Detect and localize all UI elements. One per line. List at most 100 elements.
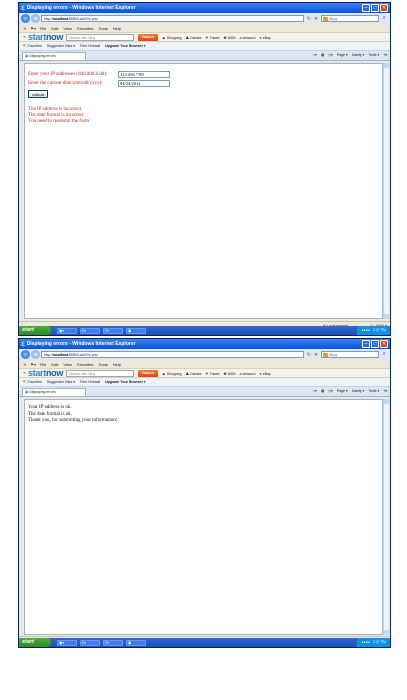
close-button[interactable]: ✕ [380, 4, 388, 12]
taskbar-item[interactable]: ▣ [126, 327, 146, 334]
taskbar-item[interactable]: ℇ▾ [80, 327, 100, 334]
taskbar-item[interactable]: ▣▾ [57, 327, 77, 334]
url-input[interactable]: http://localhost:8080/Lab2/Vo.php [41, 15, 304, 22]
forward-button[interactable]: → [31, 350, 40, 359]
tray-icons[interactable]: ●●●● [361, 638, 369, 647]
system-tray: ●●●● 2:27 PM [356, 326, 390, 335]
menu-help[interactable]: Help [113, 362, 121, 367]
menu-help[interactable]: Help [113, 26, 121, 31]
taskbar-item[interactable]: ℇ▾ [103, 639, 123, 646]
startnow-search-input[interactable]: Search with Bing [66, 33, 135, 41]
close-toolbar-icon[interactable]: ✕ [23, 26, 26, 31]
url-input[interactable]: http://localhost:8080/Lab2/Vo.php [41, 351, 304, 358]
vertical-scrollbar[interactable] [383, 63, 389, 319]
tools-menu[interactable]: Tools ▾ [368, 389, 379, 393]
startnow-search-button[interactable]: Search [138, 369, 158, 377]
stop-icon[interactable]: ✕ [313, 352, 319, 358]
help-icon[interactable]: ?▾ [383, 389, 387, 393]
favorites-button[interactable]: ★Favorites [22, 43, 42, 49]
minimize-button[interactable]: – [362, 4, 370, 12]
star-icon: ★ [22, 379, 27, 385]
startnow-amazon[interactable]: aAmazon [240, 35, 256, 40]
free-hotmail[interactable]: Free Hotmail [80, 380, 100, 384]
resubmit-error: You need to resubmit the form [28, 119, 90, 124]
tab-displaying-errors[interactable]: ▣Displaying errors [22, 52, 86, 60]
startnow-travel[interactable]: ✈Travel [205, 35, 219, 40]
tray-icons[interactable]: ●●●● [361, 326, 369, 335]
upgrade-browser[interactable]: Upgrade Your Browser ▾ [105, 44, 146, 48]
close-toolbar-icon[interactable]: ✕ [23, 362, 26, 367]
search-input[interactable]: Bing [321, 351, 379, 358]
startnow-search-button[interactable]: Search [138, 33, 158, 41]
submit-button[interactable]: submit [28, 90, 49, 98]
page-menu[interactable]: Page ▾ [337, 53, 348, 57]
startnow-games[interactable]: ♟Games [186, 371, 202, 376]
page-menu[interactable]: Page ▾ [337, 389, 348, 393]
maximize-button[interactable]: □ [371, 4, 379, 12]
startnow-search-input[interactable]: Search with Bing [66, 369, 135, 377]
startnow-ebay[interactable]: eeBay [260, 35, 271, 40]
taskbar-item[interactable]: ▣ [126, 639, 146, 646]
tab-displaying-errors[interactable]: ▣Displaying errors [22, 388, 86, 396]
menu-favorites[interactable]: Favorites [77, 26, 93, 31]
close-toolbar-icon[interactable]: ✕ [23, 371, 26, 375]
startnow-travel[interactable]: ✈Travel [205, 371, 219, 376]
vertical-scrollbar[interactable] [383, 399, 389, 635]
start-button[interactable]: start [19, 326, 51, 335]
menu-tools[interactable]: Tools [98, 362, 107, 367]
home-icon[interactable]: ⌂▾ [313, 389, 317, 393]
help-icon[interactable]: ?▾ [383, 53, 387, 57]
startnow-amazon[interactable]: aAmazon [240, 371, 256, 376]
maximize-button[interactable]: □ [371, 340, 379, 348]
back-button[interactable]: ← [21, 350, 30, 359]
menu-view[interactable]: View [63, 362, 72, 367]
start-button[interactable]: start [19, 638, 51, 647]
free-hotmail[interactable]: Free Hotmail [80, 44, 100, 48]
home-icon[interactable]: ⌂▾ [313, 53, 317, 57]
convert-icon[interactable]: ⚑▾ [30, 26, 36, 31]
tools-menu[interactable]: Tools ▾ [368, 53, 379, 57]
refresh-icon[interactable]: ↻ [306, 16, 312, 22]
taskbar-item[interactable]: ℇ▾ [80, 639, 100, 646]
suggested-sites[interactable]: Suggested Sites ▾ [47, 44, 75, 48]
favorites-bar: ★Favorites Suggested Sites ▾ Free Hotmai… [19, 378, 390, 387]
search-icon[interactable]: ⌕ [380, 351, 388, 358]
convert-icon[interactable]: ⚑▾ [30, 362, 36, 367]
menu-tools[interactable]: Tools [98, 26, 107, 31]
startnow-games[interactable]: ♟Games [186, 35, 202, 40]
ip-input[interactable]: 123.456.7.89 [118, 71, 170, 78]
startnow-ebay[interactable]: eeBay [260, 371, 271, 376]
startnow-shopping[interactable]: ▲Shopping [162, 371, 182, 376]
taskbar-item[interactable]: ▣▾ [57, 639, 77, 646]
page-content: Enter your IP addresses (ddd.ddd.d.dd): … [24, 63, 383, 319]
safety-menu[interactable]: Safety ▾ [352, 389, 365, 393]
startnow-msn[interactable]: ❀MSN [223, 35, 235, 40]
forward-button[interactable]: → [31, 14, 40, 23]
favorites-button[interactable]: ★Favorites [22, 379, 42, 385]
menu-file[interactable]: File [40, 362, 46, 367]
taskbar-item[interactable]: ℇ▾ [103, 327, 123, 334]
close-button[interactable]: ✕ [380, 340, 388, 348]
minimize-button[interactable]: – [362, 340, 370, 348]
feeds-icon[interactable]: ▩ [321, 389, 324, 393]
refresh-icon[interactable]: ↻ [306, 352, 312, 358]
print-icon[interactable]: ⎙▾ [328, 53, 333, 57]
safety-menu[interactable]: Safety ▾ [352, 53, 365, 57]
menu-edit[interactable]: Edit [51, 362, 58, 367]
suggested-sites[interactable]: Suggested Sites ▾ [47, 380, 75, 384]
menu-favorites[interactable]: Favorites [77, 362, 93, 367]
upgrade-browser[interactable]: Upgrade Your Browser ▾ [105, 380, 146, 384]
search-icon[interactable]: ⌕ [380, 15, 388, 22]
search-input[interactable]: Bing [321, 15, 379, 22]
close-toolbar-icon[interactable]: ✕ [23, 35, 26, 39]
stop-icon[interactable]: ✕ [313, 16, 319, 22]
feeds-icon[interactable]: ▩ [321, 53, 324, 57]
back-button[interactable]: ← [21, 14, 30, 23]
menu-file[interactable]: File [40, 26, 46, 31]
menu-edit[interactable]: Edit [51, 26, 58, 31]
menu-view[interactable]: View [63, 26, 72, 31]
startnow-shopping[interactable]: ▲Shopping [162, 35, 182, 40]
print-icon[interactable]: ⎙▾ [328, 389, 333, 393]
date-input[interactable]: 04/24/2012 [118, 80, 170, 87]
startnow-msn[interactable]: ❀MSN [223, 371, 235, 376]
